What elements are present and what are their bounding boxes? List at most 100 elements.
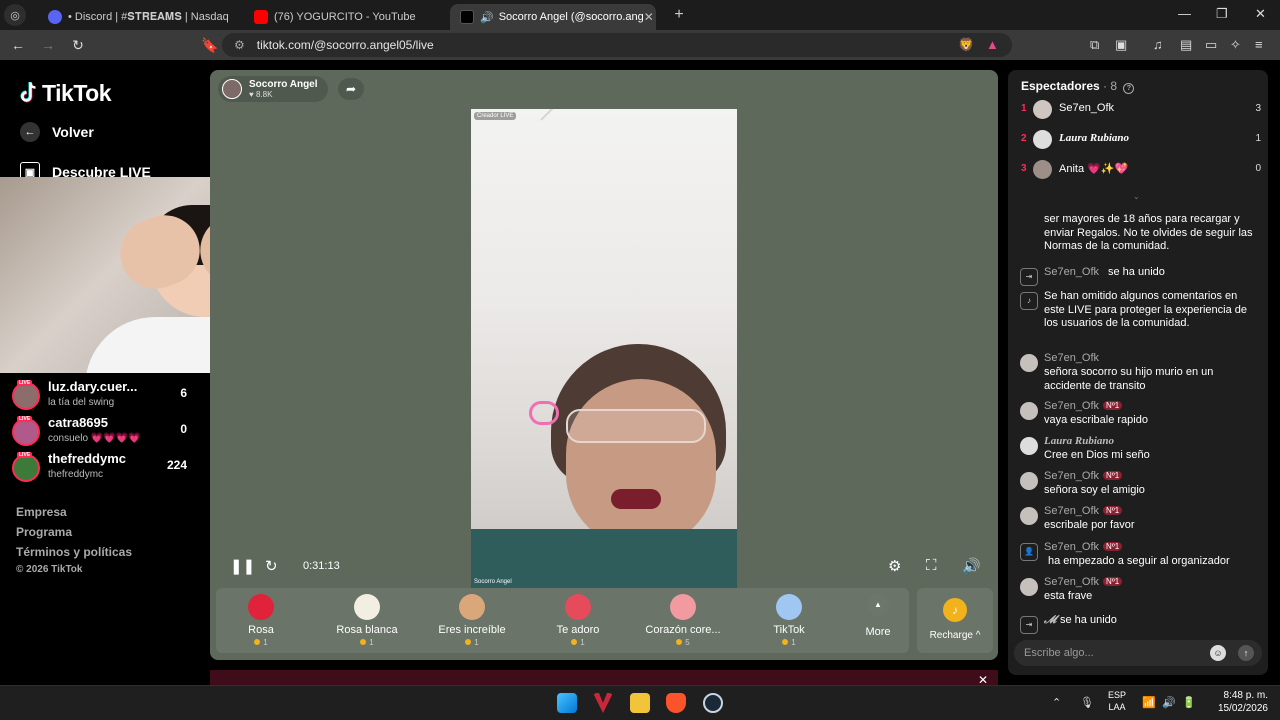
host-info[interactable]: Socorro Angel ♥ 8.8K <box>218 76 328 102</box>
gift-eres-increible[interactable]: Eres increíble 1 <box>427 594 517 647</box>
tab-menu-icon[interactable]: ◎ <box>4 4 26 26</box>
wifi-icon[interactable]: 📶 <box>1142 696 1156 709</box>
gift-tiktok[interactable]: TikTok 1 <box>744 594 834 647</box>
chat-username[interactable]: Se7en_Ofk Nº1 <box>1044 400 1123 412</box>
valorant-icon[interactable] <box>593 693 613 713</box>
windows-taskbar: ⌃ 🎙 ESP LAA 📶 🔊 🔋 8:48 p. m. 15/02/2026 <box>0 685 1280 720</box>
more-label: More <box>865 626 891 638</box>
share-icon[interactable]: ➦ <box>338 78 364 100</box>
viewer-row[interactable]: 1 Se7en_Ofk 3 <box>1021 100 1261 120</box>
tab-youtube[interactable]: (76) YOGURCITO - YouTube <box>244 4 450 30</box>
shields-icon[interactable]: 🦁 <box>958 37 974 53</box>
username-text: Se7en_Ofk <box>1044 541 1100 553</box>
back-label: Volver <box>52 124 94 140</box>
sidebar-icon[interactable]: ▤ <box>1180 37 1192 53</box>
footer-link-programa[interactable]: Programa <box>16 525 72 539</box>
clock[interactable]: 8:48 p. m. 15/02/2026 <box>1218 689 1268 715</box>
tab-discord[interactable]: • Discord | #𝐒𝐓𝐑𝐄𝐀𝐌𝐒 | Nasdaq <box>38 4 244 30</box>
gift-rosa-blanca[interactable]: Rosa blanca 1 <box>322 594 412 647</box>
avatar[interactable] <box>1020 402 1038 420</box>
windows-start-icon[interactable] <box>557 693 577 713</box>
message-text: esta frave <box>1044 590 1093 602</box>
viewer-rank: 3 <box>1021 163 1027 174</box>
discord-favicon-icon <box>48 10 62 24</box>
chat-username[interactable]: Se7en_Ofk Nº1 <box>1044 576 1123 588</box>
video-mouth <box>611 489 661 509</box>
speaker-icon[interactable]: 🔊 <box>480 11 494 24</box>
forward-icon[interactable]: → <box>36 37 60 53</box>
chat-username[interactable]: Se7en_Ofk Nº1 <box>1044 541 1123 553</box>
gift-te-adoro[interactable]: Te adoro 1 <box>533 594 623 647</box>
settings-icon[interactable]: ⚙ <box>888 557 901 575</box>
following-item[interactable]: LIVE luz.dary.cuer... la tía del swing 6 <box>12 379 202 414</box>
tab-label: • Discord | #𝐒𝐓𝐑𝐄𝐀𝐌𝐒 | Nasdaq <box>68 10 229 23</box>
following-item[interactable]: LIVE catra8695 consuelo 💗💗💗💗 0 <box>12 415 202 450</box>
volume-icon[interactable]: 🔊 <box>962 557 981 575</box>
footer-link-empresa[interactable]: Empresa <box>16 505 67 519</box>
chat-username[interactable]: Se7en_Ofk Nº1 <box>1044 470 1123 482</box>
reload-icon[interactable]: ↻ <box>66 37 90 54</box>
microphone-icon[interactable]: 🎙 <box>1080 696 1094 709</box>
avatar[interactable] <box>1020 472 1038 490</box>
back-icon[interactable]: ← <box>6 37 30 53</box>
avatar[interactable] <box>1020 507 1038 525</box>
refresh-icon[interactable]: ↻ <box>265 557 278 575</box>
window-close-icon[interactable]: ✕ <box>1255 6 1266 22</box>
extensions-icon[interactable]: ⧉ <box>1090 37 1099 53</box>
screenshot-icon[interactable]: ▣ <box>1115 37 1127 53</box>
rank-badge: Nº1 <box>1103 577 1123 586</box>
expand-chevron-icon[interactable]: ⌄ <box>1133 192 1140 201</box>
rose-icon <box>248 594 274 620</box>
chat-username[interactable]: 𝓜 <box>1044 614 1056 627</box>
chat-username[interactable]: Laura Rubiano <box>1044 435 1114 447</box>
volume-icon[interactable]: 🔊 <box>1162 696 1176 709</box>
site-settings-icon[interactable]: ⚙ <box>234 38 245 52</box>
message-text: se ha unido <box>1060 614 1117 626</box>
wallet-icon[interactable]: ▭ <box>1205 37 1217 53</box>
live-video[interactable]: Creador LIVE Socorro Angel <box>471 109 737 588</box>
media-icon[interactable]: ♫ <box>1153 37 1163 52</box>
username-text: Se7en_Ofk <box>1044 470 1100 482</box>
more-gifts-button[interactable]: ▲ More <box>858 594 898 638</box>
logo-text: TikTok <box>42 80 112 106</box>
gift-rosa[interactable]: Rosa 1 <box>216 594 306 647</box>
close-tab-icon[interactable]: ✕ <box>644 10 654 24</box>
brave-icon[interactable] <box>666 693 686 713</box>
live-badge: LIVE <box>17 452 33 458</box>
minimize-icon[interactable]: — <box>1178 6 1191 21</box>
bottom-banner <box>210 670 998 685</box>
tab-tiktok[interactable]: 🔊 Socorro Angel (@socorro.ang ✕ <box>450 4 656 30</box>
chevron-up-icon[interactable]: ⌃ <box>1052 696 1061 709</box>
bookmark-icon[interactable]: 🔖 <box>198 37 222 54</box>
chat-input[interactable] <box>1024 644 1204 662</box>
new-tab-button[interactable]: + <box>664 6 694 24</box>
language-indicator[interactable]: ESP LAA <box>1108 689 1126 713</box>
menu-icon[interactable]: ≡ <box>1255 37 1263 52</box>
chat-username[interactable]: Se7en_Ofk Nº1 <box>1044 505 1123 517</box>
maximize-icon[interactable]: ❐ <box>1216 6 1228 22</box>
fullscreen-icon[interactable]: ⛶ <box>926 557 937 574</box>
avatar[interactable] <box>1020 354 1038 372</box>
tiktok-logo[interactable]: TikTok <box>20 80 112 107</box>
viewer-row[interactable]: 3 Anita 💗✨💖 0 <box>1021 160 1261 180</box>
chat-username[interactable]: Se7en_Ofk <box>1044 352 1099 364</box>
pause-icon[interactable]: ❚❚ <box>230 557 255 575</box>
rewards-icon[interactable]: ▲ <box>986 37 999 52</box>
battery-icon[interactable]: 🔋 <box>1182 696 1196 709</box>
file-explorer-icon[interactable] <box>630 693 650 713</box>
send-icon[interactable]: ↑ <box>1238 645 1254 661</box>
avatar[interactable] <box>1020 578 1038 596</box>
gift-corazon[interactable]: Corazón core... 5 <box>638 594 728 647</box>
chat-username[interactable]: Se7en_Ofk <box>1044 266 1099 278</box>
recharge-button[interactable]: ♪ Recharge ^ <box>917 588 993 653</box>
emoji-icon[interactable]: ☺ <box>1210 645 1226 661</box>
viewer-row[interactable]: 2 Laura Rubiano 1 <box>1021 130 1261 150</box>
following-item[interactable]: LIVE thefreddymc thefreddymc 224 <box>12 451 202 486</box>
footer-link-terminos[interactable]: Términos y políticas <box>16 545 132 559</box>
leo-icon[interactable]: ✧ <box>1230 37 1241 53</box>
back-link[interactable]: ← Volver <box>20 122 94 142</box>
avatar[interactable] <box>1020 437 1038 455</box>
steam-icon[interactable] <box>703 693 723 713</box>
info-icon[interactable]: ? <box>1123 83 1135 94</box>
address-bar[interactable]: ⚙ tiktok.com/@socorro.angel05/live <box>222 33 1012 57</box>
